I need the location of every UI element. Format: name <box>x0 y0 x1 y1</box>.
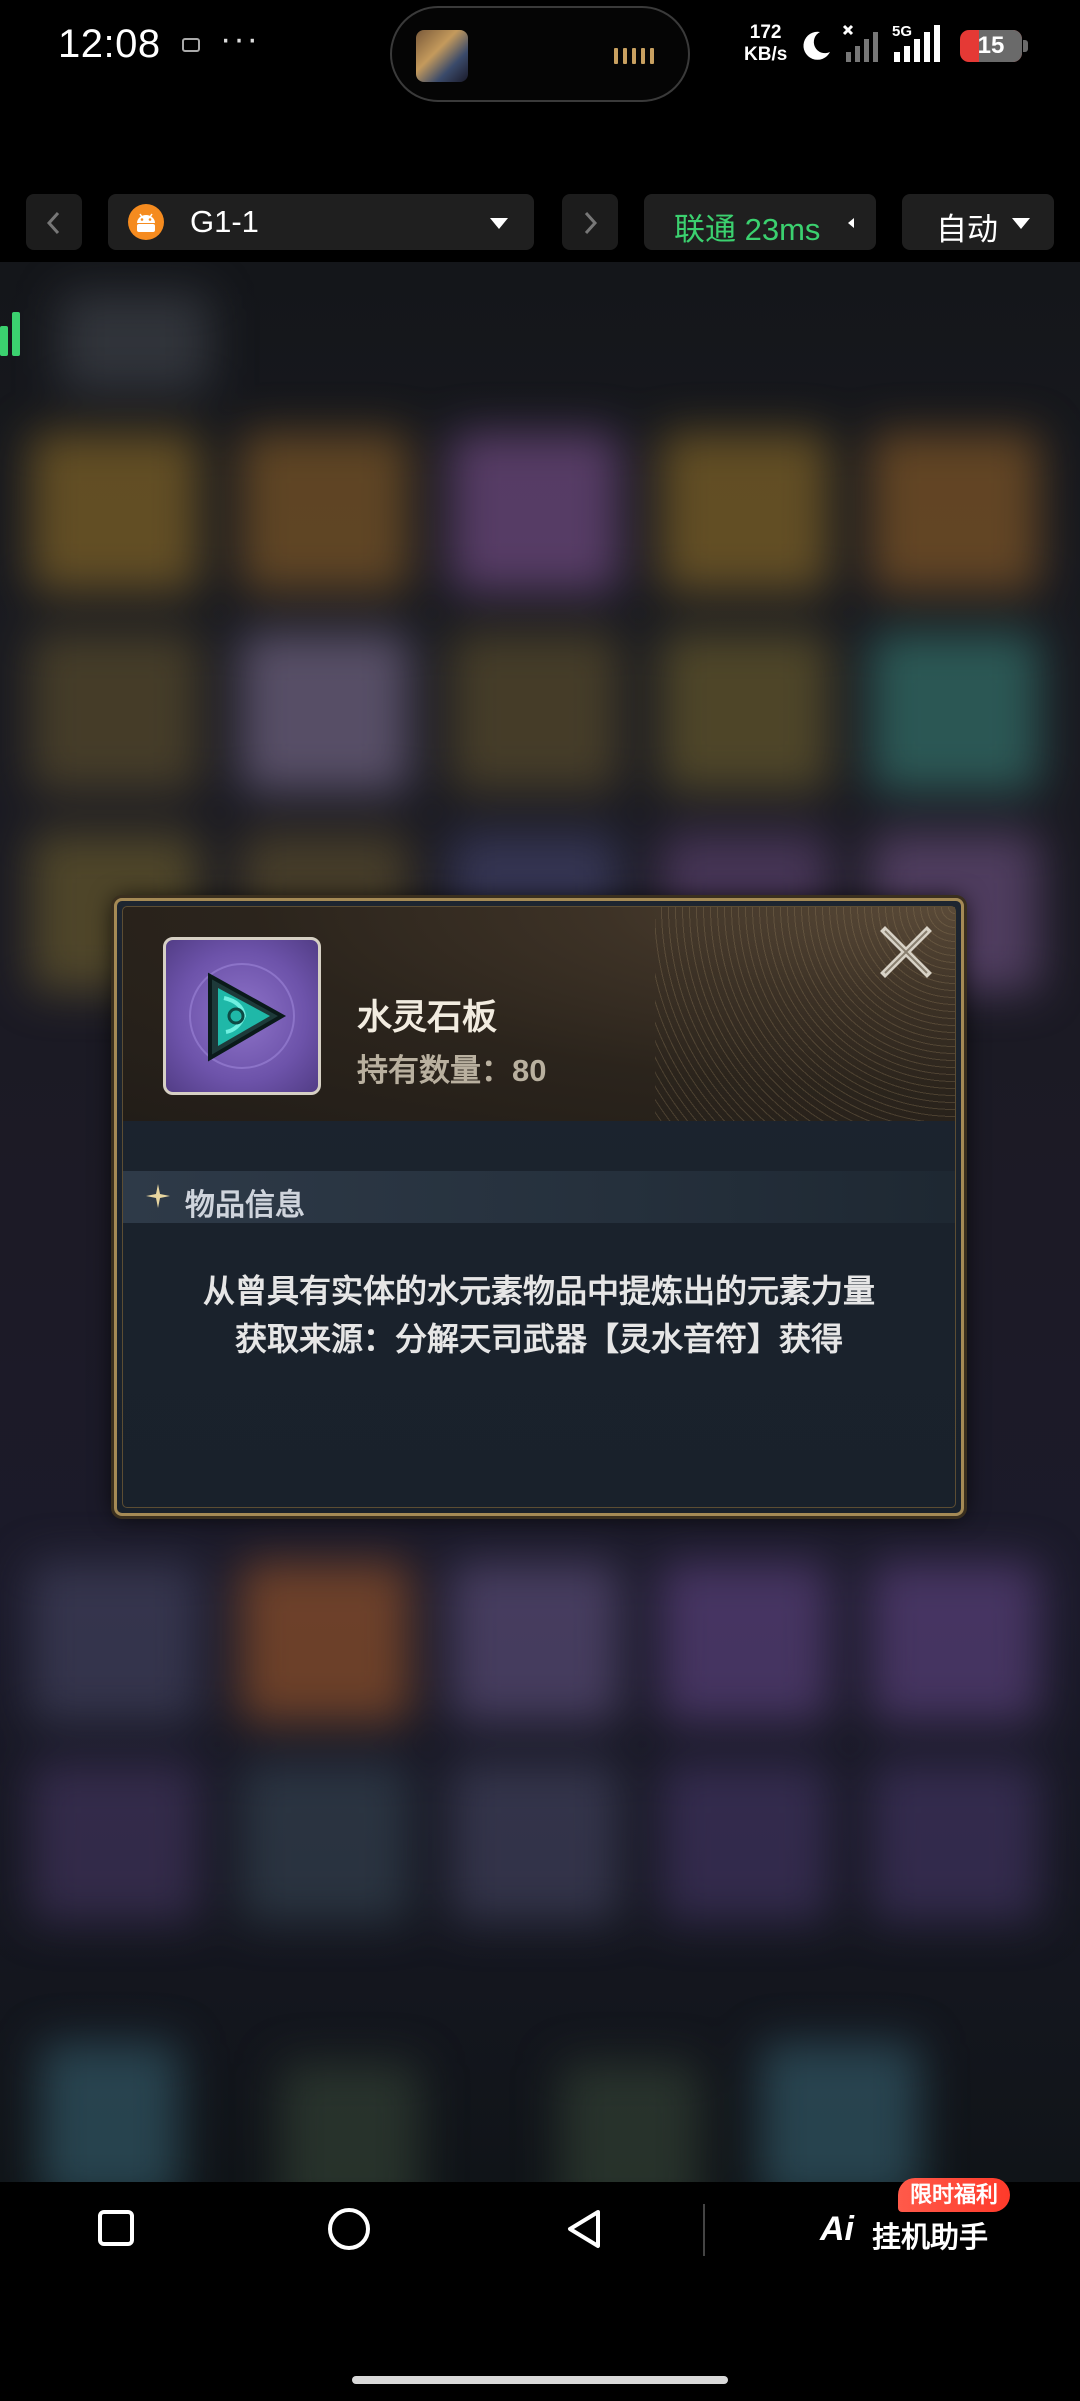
network-selector[interactable]: 联通 23ms <box>644 194 876 250</box>
network-speed: 172 KB/s <box>744 22 787 66</box>
sparkle-icon <box>146 1184 170 1208</box>
recent-apps-button[interactable] <box>98 2210 134 2246</box>
item-quantity: 持有数量：80 <box>357 1053 547 1088</box>
nav-divider <box>703 2204 705 2256</box>
network-speed-value: 172 <box>749 22 782 43</box>
chevron-down-icon <box>1012 218 1030 229</box>
close-icon[interactable] <box>871 917 941 987</box>
chevron-down-icon <box>490 218 508 229</box>
water-tablet-icon <box>163 937 321 1095</box>
item-info-section-header: 物品信息 <box>123 1171 955 1223</box>
quality-mode-label: 自动 <box>936 212 998 247</box>
cloud-phone-toolbar: G1-1 联通 23ms 自动 <box>0 190 1080 256</box>
item-source-line: 获取来源：分解天司武器【灵水音符】获得 <box>234 1321 843 1357</box>
quality-mode-selector[interactable]: 自动 <box>902 194 1054 250</box>
message-icon <box>182 38 200 52</box>
item-info-dialog: 水灵石板 持有数量：80 物品信息 从曾具有实体的水元素物品中提炼出的元素力量 … <box>114 898 964 1516</box>
android-icon <box>128 204 164 240</box>
audio-bars-icon <box>614 48 654 64</box>
assistant-label: 挂机助手 <box>872 2222 989 2254</box>
network-latency: 联通 23ms <box>674 212 821 247</box>
dynamic-island[interactable] <box>390 6 690 102</box>
moon-icon <box>803 31 830 60</box>
item-description-line: 从曾具有实体的水元素物品中提炼出的元素力量 <box>202 1273 875 1309</box>
item-name: 水灵石板 <box>357 998 498 1037</box>
chevron-right-icon <box>584 211 598 235</box>
network-type-text: 5G <box>892 23 912 40</box>
chevron-left-icon <box>46 211 60 235</box>
previous-device-button[interactable] <box>26 194 82 250</box>
promo-badge[interactable]: 限时福利 <box>898 2178 1011 2212</box>
device-name: G1-1 <box>190 204 259 239</box>
home-button[interactable] <box>328 2208 370 2250</box>
home-indicator[interactable] <box>352 2376 728 2384</box>
system-nav-bar: Ai 挂机助手 限时福利 <box>0 2178 1080 2401</box>
device-selector[interactable]: G1-1 <box>108 194 534 250</box>
battery-level: 15 <box>977 32 1005 59</box>
game-signal-icon <box>0 312 30 356</box>
assistant-logo: Ai <box>820 2210 854 2248</box>
status-time: 12:08 <box>58 22 161 66</box>
more-icon: ··· <box>220 20 260 58</box>
battery-cap <box>1023 40 1028 52</box>
status-bar: 12:08 ··· 172 KB/s 5G 15 <box>0 0 1080 102</box>
network-speed-unit: KB/s <box>744 44 788 65</box>
battery-icon: 15 <box>960 30 1022 62</box>
signal-muted-icon <box>842 24 878 62</box>
back-button[interactable] <box>562 2206 606 2252</box>
section-title: 物品信息 <box>185 1189 305 1222</box>
next-device-button[interactable] <box>562 194 618 250</box>
game-thumbnail-icon <box>416 30 468 82</box>
item-header: 水灵石板 持有数量：80 <box>123 907 955 1121</box>
item-description: 从曾具有实体的水元素物品中提炼出的元素力量 获取来源：分解天司武器【灵水音符】获… <box>117 1267 961 1363</box>
signal-5g-icon: 5G <box>892 23 940 62</box>
app-screen: 12:08 ··· 172 KB/s 5G 15 G1-1 联通 23ms 自动… <box>0 0 1080 2401</box>
